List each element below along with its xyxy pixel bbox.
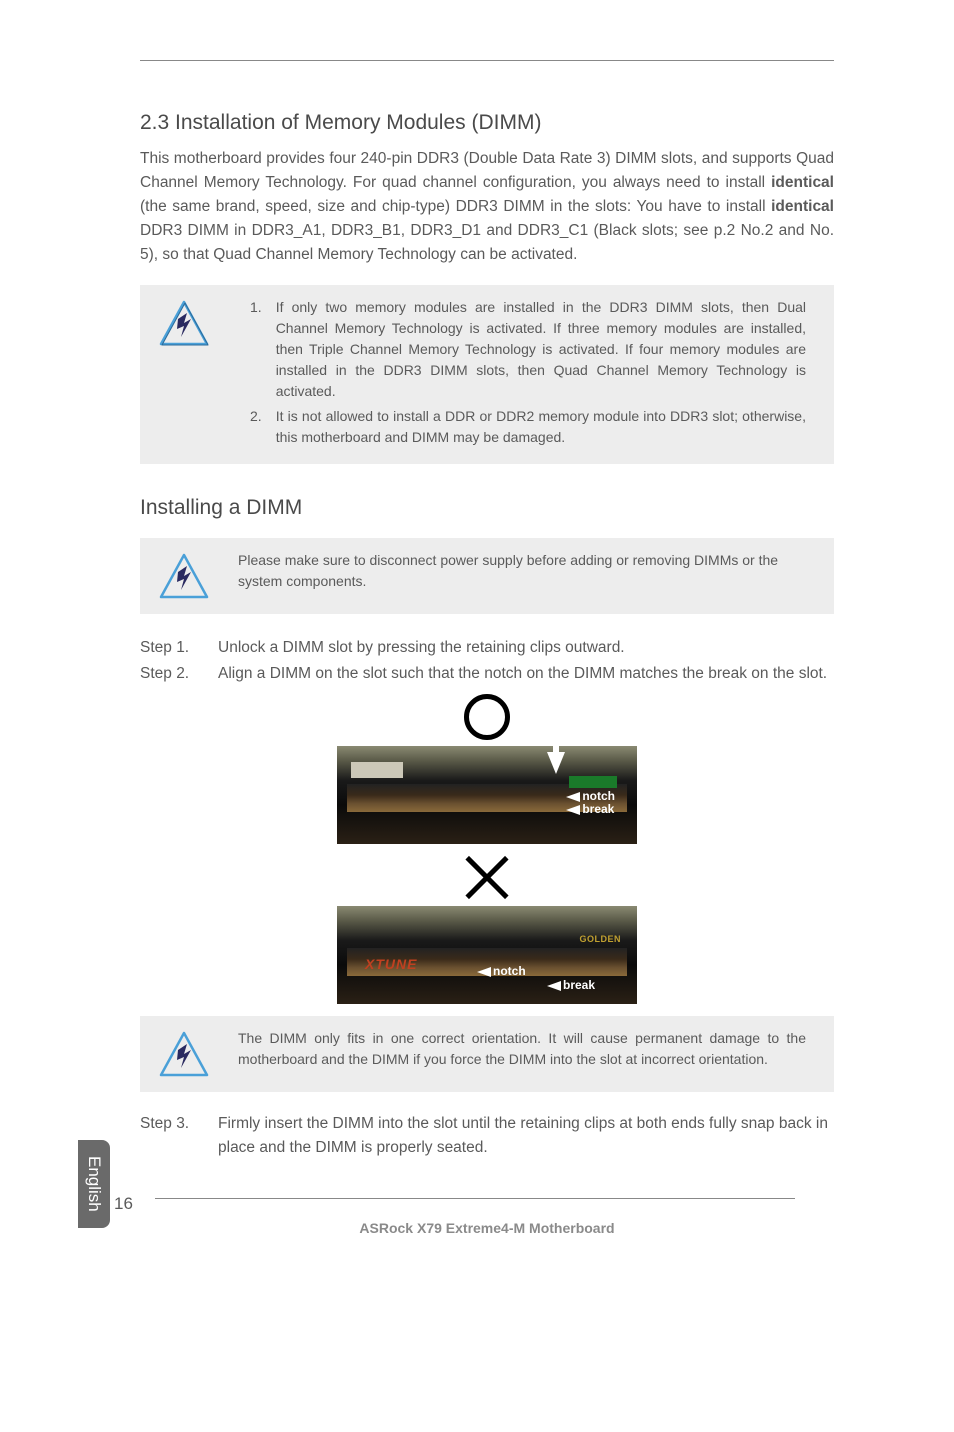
step-2-text: Align a DIMM on the slot such that the n… xyxy=(218,662,834,686)
golden-label: GOLDEN xyxy=(579,934,621,944)
notch-label-2: notch xyxy=(477,964,526,978)
note-box-channel: 1. If only two memory modules are instal… xyxy=(140,285,834,464)
break-text: break xyxy=(582,802,614,816)
note-2-text: It is not allowed to install a DDR or DD… xyxy=(276,406,806,448)
incorrect-orientation-block: GOLDEN XTUNE notch break xyxy=(337,844,637,1004)
circle-correct-icon xyxy=(464,694,510,740)
warning-icon xyxy=(158,1030,210,1080)
intro-p3: DDR3 DIMM in DDR3_A1, DDR3_B1, DDR3_D1 a… xyxy=(140,222,834,263)
step-1-label: Step 1. xyxy=(140,636,218,660)
note-item-1: 1. If only two memory modules are instal… xyxy=(250,297,806,402)
language-tab: English xyxy=(78,1140,110,1228)
ram-label-area xyxy=(351,762,403,778)
arrow-down-icon xyxy=(547,752,565,774)
note-item-2: 2. It is not allowed to install a DDR or… xyxy=(250,406,806,448)
intro-p2: (the same brand, speed, size and chip-ty… xyxy=(140,198,771,215)
step-3-text: Firmly insert the DIMM into the slot unt… xyxy=(218,1112,834,1160)
note-1-num: 1. xyxy=(250,297,262,402)
footer-text: ASRock X79 Extreme4-M Motherboard xyxy=(140,1220,834,1236)
sub-title: Installing a DIMM xyxy=(140,496,834,520)
notch-break-label: notch break xyxy=(566,790,615,816)
break-label-2: break xyxy=(547,978,595,992)
intro-b2: identical xyxy=(771,198,834,215)
step-3-row: Step 3. Firmly insert the DIMM into the … xyxy=(140,1112,834,1160)
step-1-text: Unlock a DIMM slot by pressing the retai… xyxy=(218,636,834,660)
intro-b1: identical xyxy=(771,174,834,191)
dimm-photo-incorrect: GOLDEN XTUNE notch break xyxy=(337,906,637,1004)
arrow-left-icon xyxy=(566,792,580,802)
dimm-photo-correct: notch break xyxy=(337,746,637,844)
section-title: 2.3 Installation of Memory Modules (DIMM… xyxy=(140,111,834,135)
dimm-images: notch break GOLDEN XTUNE notch break xyxy=(140,694,834,1004)
note-list: 1. If only two memory modules are instal… xyxy=(250,297,806,452)
note-box-orientation: The DIMM only fits in one correct orient… xyxy=(140,1016,834,1092)
correct-orientation-block: notch break xyxy=(337,694,637,844)
step-2-row: Step 2. Align a DIMM on the slot such th… xyxy=(140,662,834,686)
break-text-2: break xyxy=(563,978,595,992)
arrow-left-icon xyxy=(566,805,580,815)
notch-text-2: notch xyxy=(493,964,526,978)
intro-p1: This motherboard provides four 240-pin D… xyxy=(140,150,834,191)
page-content: 2.3 Installation of Memory Modules (DIMM… xyxy=(0,0,954,1276)
arrow-left-icon xyxy=(547,981,561,991)
note-box-power: Please make sure to disconnect power sup… xyxy=(140,538,834,614)
green-chip xyxy=(569,776,617,788)
notch-text: notch xyxy=(582,789,615,803)
top-divider xyxy=(140,60,834,61)
x-incorrect-icon xyxy=(464,854,510,900)
note-2-num: 2. xyxy=(250,406,262,448)
power-note-text: Please make sure to disconnect power sup… xyxy=(238,550,806,592)
xtune-label: XTUNE xyxy=(365,956,417,972)
warning-icon xyxy=(158,299,210,349)
footer: 16 ASRock X79 Extreme4-M Motherboard xyxy=(140,1194,834,1236)
intro-paragraph: This motherboard provides four 240-pin D… xyxy=(140,147,834,267)
orientation-note-text: The DIMM only fits in one correct orient… xyxy=(238,1028,806,1070)
page-number: 16 xyxy=(114,1194,133,1214)
step-1-row: Step 1. Unlock a DIMM slot by pressing t… xyxy=(140,636,834,660)
note-1-text: If only two memory modules are installed… xyxy=(276,297,806,402)
warning-icon xyxy=(158,552,210,602)
arrow-left-icon xyxy=(477,967,491,977)
step-2-label: Step 2. xyxy=(140,662,218,686)
step-3-label: Step 3. xyxy=(140,1112,218,1160)
footer-divider xyxy=(155,1198,795,1199)
